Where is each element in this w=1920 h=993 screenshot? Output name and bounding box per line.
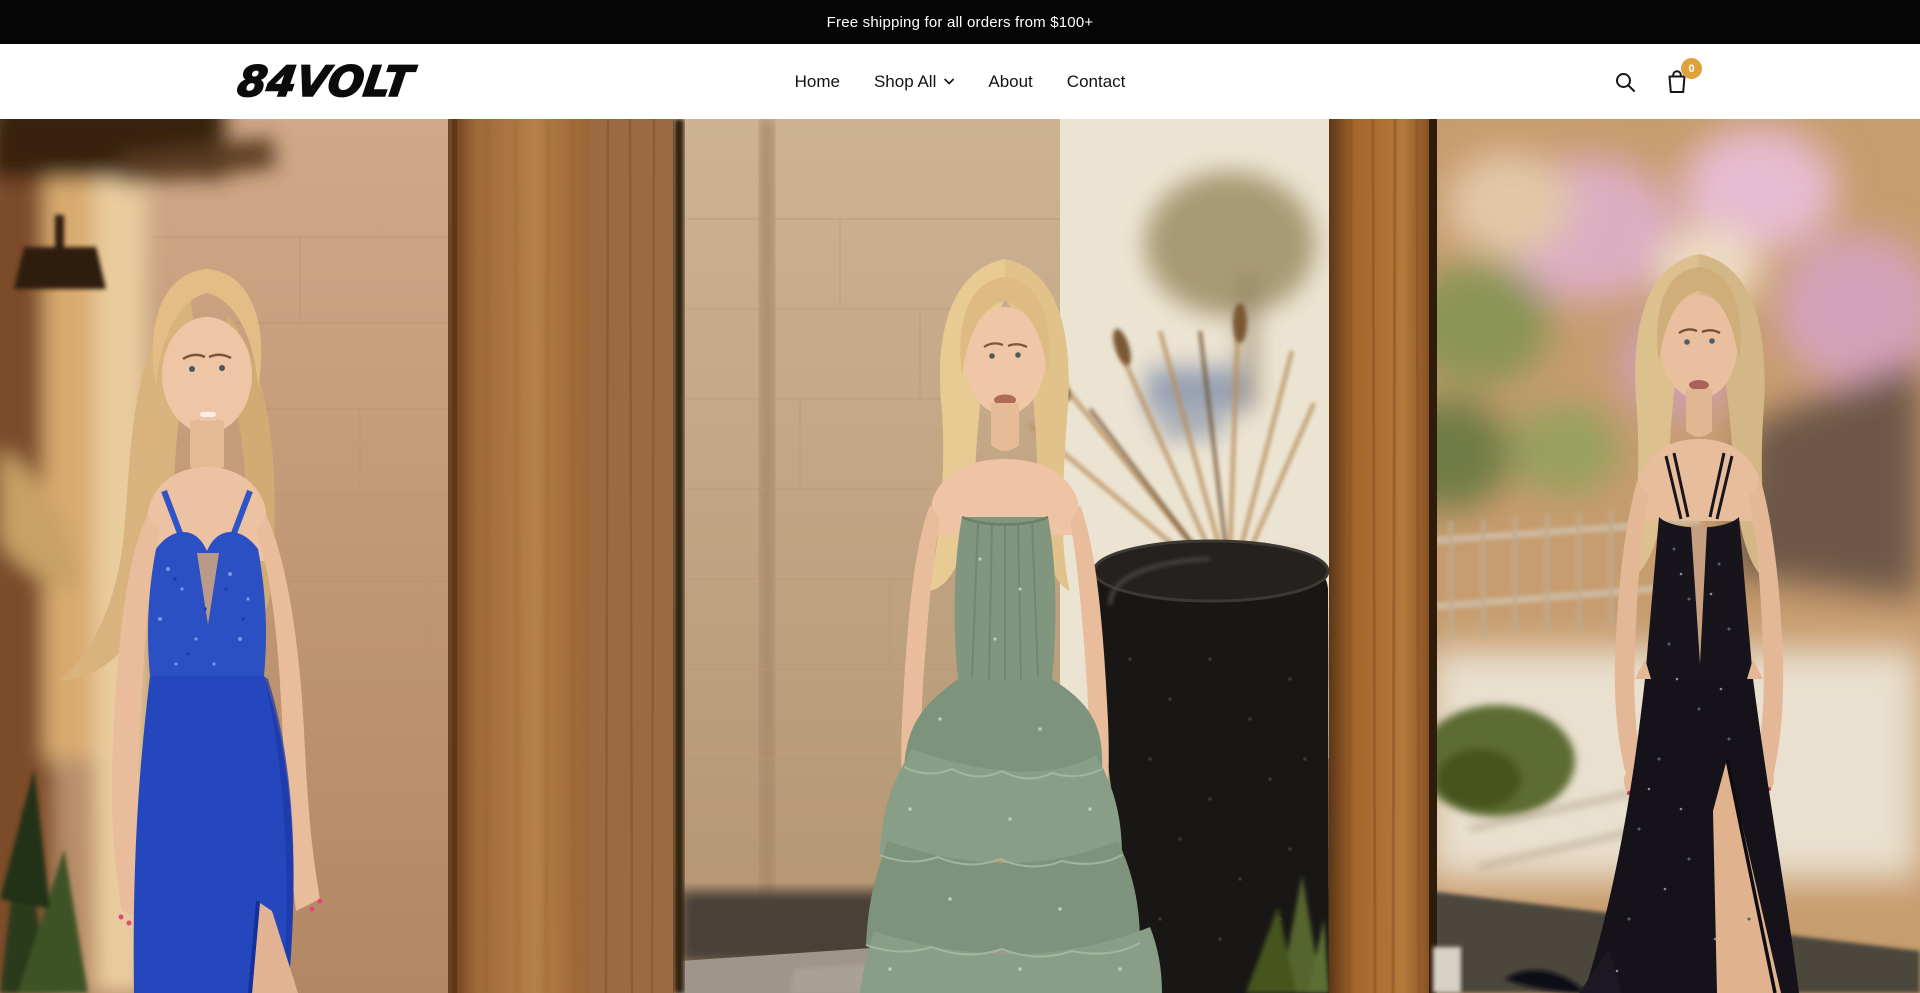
site-header: 84VOLT Home Shop All About Contact [0, 44, 1920, 119]
model-in-blue-gown-photo [0, 119, 590, 993]
nav-item-contact[interactable]: Contact [1067, 72, 1126, 92]
hero-collage [0, 119, 1920, 993]
header-actions: 0 [1614, 68, 1690, 95]
search-button[interactable] [1614, 71, 1636, 93]
nav-item-shop-all[interactable]: Shop All [874, 72, 954, 92]
search-icon [1614, 71, 1636, 93]
model-in-black-gown-photo [1329, 119, 1920, 993]
cart-button[interactable]: 0 [1664, 68, 1690, 95]
model-in-green-gown-photo [590, 119, 1329, 993]
announcement-text: Free shipping for all orders from $100+ [827, 14, 1094, 31]
nav-item-home[interactable]: Home [795, 72, 840, 92]
main-nav: Home Shop All About Contact [795, 72, 1126, 92]
announcement-bar: Free shipping for all orders from $100+ [0, 0, 1920, 44]
logo[interactable]: 84VOLT [235, 61, 415, 103]
chevron-down-icon [943, 78, 954, 85]
cart-badge: 0 [1681, 58, 1702, 79]
nav-item-about[interactable]: About [988, 72, 1032, 92]
